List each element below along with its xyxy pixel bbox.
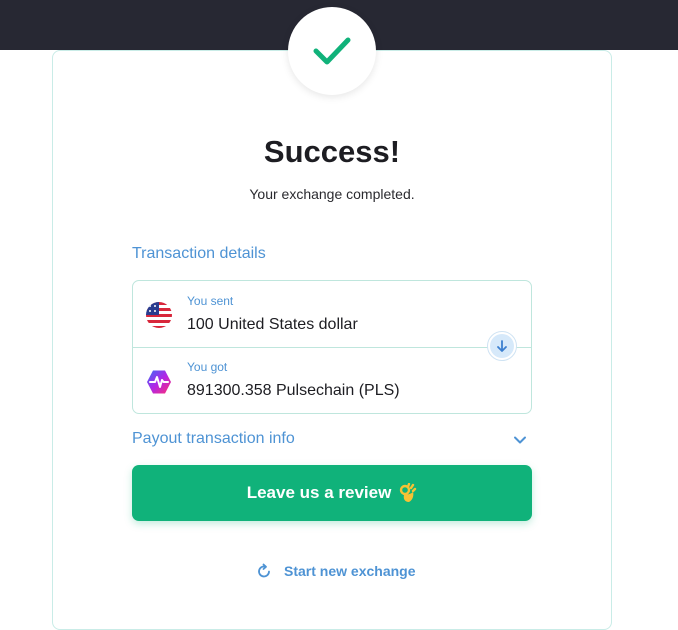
success-badge	[288, 7, 376, 95]
got-amount: 891300.358 Pulsechain (PLS)	[187, 382, 400, 399]
got-row: You got 891300.358 Pulsechain (PLS)	[133, 348, 531, 414]
sent-label: You sent	[187, 294, 234, 308]
sent-amount: 100 United States dollar	[187, 316, 358, 333]
swap-inner	[490, 334, 514, 358]
transaction-details-label: Transaction details	[132, 245, 266, 262]
arrow-down-icon	[497, 340, 507, 352]
refresh-icon	[258, 563, 270, 578]
chevron-down-icon	[514, 436, 526, 444]
payout-transaction-label: Payout transaction info	[132, 430, 295, 447]
transaction-details-box: You sent 100 United States dollar You go…	[132, 280, 532, 414]
ok-hand-icon	[400, 483, 417, 502]
usd-flag-icon	[146, 302, 172, 328]
checkmark-icon	[313, 37, 351, 65]
got-label: You got	[187, 360, 228, 374]
start-new-exchange-label: Start new exchange	[284, 563, 416, 579]
payout-transaction-toggle[interactable]: Payout transaction info	[132, 428, 532, 452]
page-subtitle: Your exchange completed.	[249, 186, 415, 202]
swap-direction-button	[487, 331, 517, 361]
pulsechain-icon	[147, 370, 171, 394]
leave-review-button[interactable]: Leave us a review	[132, 465, 532, 521]
leave-review-label: Leave us a review	[246, 483, 392, 502]
sent-row: You sent 100 United States dollar	[133, 281, 531, 347]
start-new-exchange-link[interactable]: Start new exchange	[256, 560, 416, 582]
page-title: Success!	[263, 134, 401, 169]
